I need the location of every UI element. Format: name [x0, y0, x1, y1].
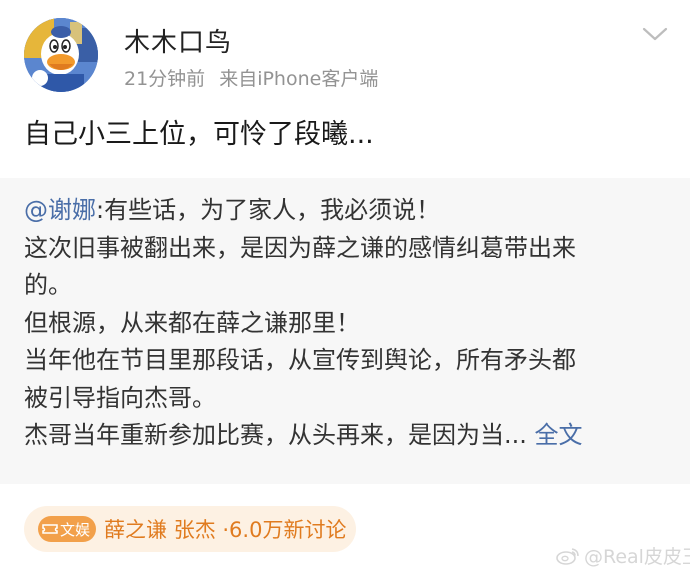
chevron-down-icon[interactable] [640, 24, 670, 44]
watermark-text: @Real皮皮王 [584, 546, 690, 568]
author-avatar[interactable] [24, 18, 98, 92]
weibo-logo [556, 547, 579, 565]
full-text-link[interactable]: 全文 [535, 421, 583, 449]
topic-badge: 文娱 [38, 516, 97, 542]
repost-line: @谢娜:有些话，为了家人，我必须说！ [24, 192, 664, 230]
repost-line-text: :有些话，为了家人，我必须说！ [96, 196, 441, 224]
post-text: 自己小三上位，可怜了段曦... [24, 119, 374, 150]
repost-line-text: 杰哥当年重新参加比赛，从头再来，是因为当... [24, 421, 535, 449]
ticket-icon [42, 524, 58, 534]
reposted-content[interactable]: @谢娜:有些话，为了家人，我必须说！ 这次旧事被翻出来，是因为薛之谦的感情纠葛带… [0, 178, 690, 484]
repost-line: 但根源，从来都在薛之谦那里！ [24, 308, 360, 337]
donald-duck-avatar-image [24, 18, 98, 92]
post-time: 21分钟前 [124, 68, 206, 90]
reposted-text: @谢娜:有些话，为了家人，我必须说！ 这次旧事被翻出来，是因为薛之谦的感情纠葛带… [24, 192, 664, 455]
repost-line: 杰哥当年重新参加比赛，从头再来，是因为当... 全文 [24, 417, 664, 455]
post-source: 来自iPhone客户端 [219, 68, 379, 90]
author-name[interactable]: 木木口鸟 [124, 22, 232, 59]
topic-text: 薛之谦 张杰 ·6.0万新讨论 [104, 518, 347, 542]
topic-badge-label: 文娱 [60, 520, 91, 539]
repost-line: 当年他在节目里那段话，从宣传到舆论，所有矛头都 [24, 346, 576, 374]
repost-line: 这次旧事被翻出来，是因为薛之谦的感情纠葛带出来 [24, 233, 576, 262]
weibo-post-card: 木木口鸟 21分钟前 来自iPhone客户端 自己小三上位，可怜了段曦... @谢… [0, 0, 690, 574]
post-meta: 21分钟前 来自iPhone客户端 [124, 64, 378, 91]
repost-line: 被引导指向杰哥。 [24, 383, 216, 412]
topic-tag[interactable]: 文娱 薛之谦 张杰 ·6.0万新讨论 [24, 506, 356, 552]
repost-line: 的。 [24, 271, 72, 299]
mention-link[interactable]: @谢娜 [24, 196, 96, 224]
watermark: @Real皮皮王 [556, 542, 690, 569]
